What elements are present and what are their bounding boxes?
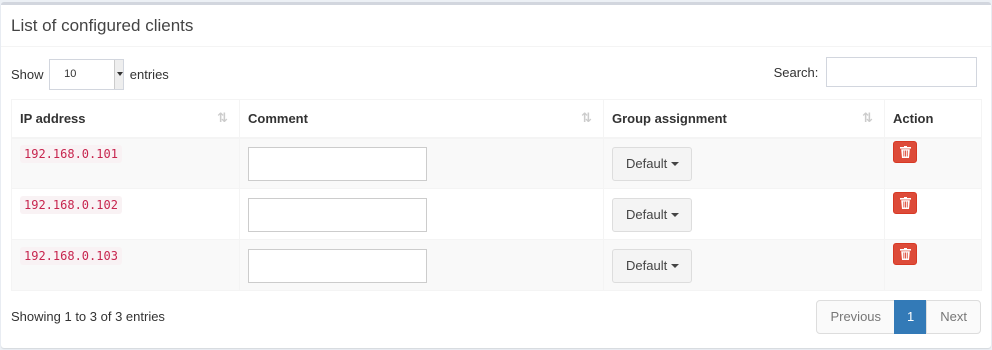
ip-cell: 192.168.0.101 [11, 137, 240, 189]
sort-icon: ⇅ [862, 110, 873, 125]
group-dropdown-button[interactable]: Default [612, 197, 692, 232]
group-cell: Default [603, 239, 885, 291]
entries-label: entries [129, 67, 169, 82]
comment-cell [239, 188, 604, 240]
ip-cell: 192.168.0.103 [11, 239, 240, 291]
ip-address: 192.168.0.103 [20, 247, 122, 265]
caret-down-icon [671, 264, 680, 269]
column-header-label: IP address [20, 110, 86, 126]
group-dropdown-button[interactable]: Default [612, 248, 692, 283]
column-header-ip[interactable]: IP address ⇅ [11, 99, 240, 139]
clients-box: List of configured clients Show 10 entri… [1, 2, 991, 348]
column-header-label: Group assignment [612, 110, 727, 126]
page-1-button[interactable]: 1 [894, 300, 928, 334]
table-row: 192.168.0.102 Default [11, 188, 982, 240]
group-dropdown-label: Default [626, 155, 668, 171]
ip-address: 192.168.0.101 [20, 145, 122, 164]
table-controls: Show 10 entries Search: [1, 55, 991, 91]
entries-select-value: 10 [64, 68, 77, 80]
pagination: Previous 1 Next [816, 300, 981, 334]
comment-input[interactable] [248, 146, 427, 181]
table-header-row: IP address ⇅ Comment ⇅ Group assignment … [11, 99, 982, 139]
column-header-action: Action [884, 99, 982, 139]
sort-icon: ⇅ [217, 110, 228, 125]
table-row: 192.168.0.103 Default [11, 239, 982, 291]
search-filter: Search: [774, 57, 981, 87]
comment-cell [239, 137, 604, 189]
clients-table: IP address ⇅ Comment ⇅ Group assignment … [11, 99, 982, 291]
group-cell: Default [603, 188, 885, 240]
search-label: Search: [773, 64, 819, 80]
group-dropdown-label: Default [626, 257, 668, 273]
trash-icon [900, 196, 911, 209]
caret-down-icon [671, 213, 680, 218]
trash-icon [900, 247, 911, 260]
search-input[interactable] [826, 57, 977, 87]
table-row: 192.168.0.101 Default [11, 137, 982, 189]
comment-input[interactable] [248, 197, 427, 232]
entries-select[interactable]: 10 [49, 59, 125, 90]
next-page-button[interactable]: Next [926, 300, 981, 334]
group-dropdown-label: Default [626, 206, 668, 222]
column-header-label: Comment [248, 110, 308, 126]
show-label: Show [11, 67, 44, 82]
action-cell [884, 137, 982, 189]
group-cell: Default [603, 137, 885, 189]
column-header-label: Action [893, 110, 934, 126]
column-header-comment[interactable]: Comment ⇅ [239, 99, 604, 139]
action-cell [884, 188, 982, 240]
table-info: Showing 1 to 3 of 3 entries [11, 309, 165, 324]
delete-button[interactable] [893, 191, 917, 214]
trash-icon [900, 145, 911, 158]
comment-cell [239, 239, 604, 291]
box-header: List of configured clients [1, 5, 991, 47]
sort-icon: ⇅ [581, 110, 592, 125]
action-cell [884, 239, 982, 291]
caret-down-icon [114, 60, 124, 89]
column-header-group[interactable]: Group assignment ⇅ [603, 99, 885, 139]
ip-address: 192.168.0.102 [20, 196, 122, 214]
length-menu: Show 10 entries [11, 59, 169, 90]
box-title: List of configured clients [11, 16, 194, 35]
comment-input[interactable] [248, 248, 427, 283]
delete-button[interactable] [893, 242, 917, 265]
ip-cell: 192.168.0.102 [11, 188, 240, 240]
caret-down-icon [671, 162, 680, 167]
previous-page-button[interactable]: Previous [816, 300, 896, 334]
group-dropdown-button[interactable]: Default [612, 146, 692, 181]
delete-button[interactable] [893, 140, 917, 163]
